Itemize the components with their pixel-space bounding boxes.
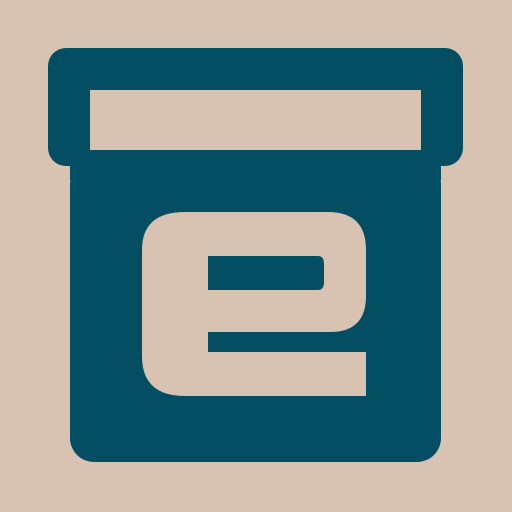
- archive-box-lid-slot: [90, 90, 421, 152]
- archive-box-logo-icon: [0, 0, 512, 512]
- archive-box-neck: [70, 150, 441, 180]
- app-icon: [0, 0, 512, 512]
- e-letter-shape: [142, 212, 366, 396]
